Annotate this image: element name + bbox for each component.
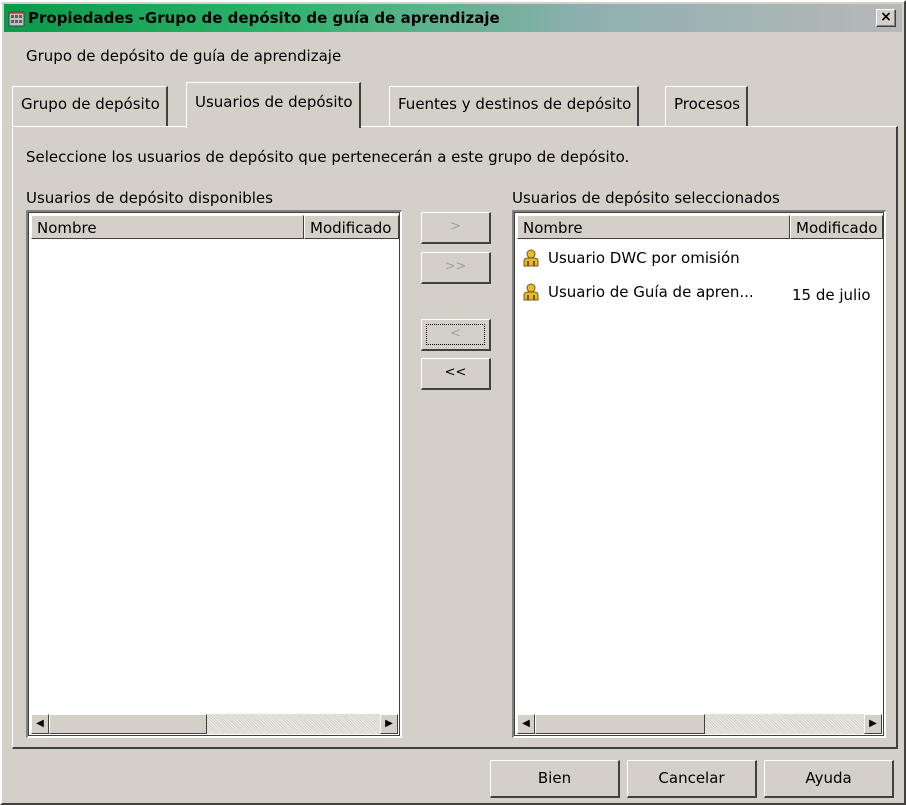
tab-grupo-de-deposito[interactable]: Grupo de depósito — [12, 86, 168, 126]
warehouse-icon — [8, 10, 25, 27]
tab-usuarios-de-deposito[interactable]: Usuarios de depósito — [186, 82, 361, 128]
close-button[interactable]: × — [876, 9, 896, 27]
remove-button[interactable]: < — [421, 319, 491, 351]
selected-users-list[interactable]: Nombre Modificado Usuario DWC por omisió… — [512, 210, 886, 738]
list-item[interactable]: Usuario de Guía de apren... 15 de julio — [522, 282, 871, 308]
add-button[interactable]: > — [421, 212, 491, 244]
remove-all-button[interactable]: << — [421, 358, 491, 390]
row-modified: 15 de julio — [792, 286, 871, 304]
close-icon: × — [880, 9, 892, 25]
available-users-list[interactable]: Nombre Modificado ◀ ▶ — [26, 210, 402, 738]
column-header-nombre[interactable]: Nombre — [517, 215, 790, 239]
dialog-subtitle: Grupo de depósito de guía de aprendizaje — [26, 47, 342, 65]
add-all-button[interactable]: >> — [421, 252, 491, 284]
horizontal-scrollbar[interactable]: ◀ ▶ — [31, 714, 398, 734]
window-title: Propiedades -Grupo de depósito de guía d… — [28, 9, 500, 27]
selected-users-label: Usuarios de depósito seleccionados — [512, 189, 780, 207]
help-button[interactable]: Ayuda — [764, 760, 894, 798]
scroll-left-button[interactable]: ◀ — [517, 714, 535, 734]
title-bar[interactable]: Propiedades -Grupo de depósito de guía d… — [4, 4, 902, 32]
column-header-modificado[interactable]: Modificado — [304, 215, 399, 239]
list-item[interactable]: Usuario DWC por omisión — [522, 248, 740, 274]
arrow-right-icon: ▶ — [869, 718, 877, 729]
arrow-left-icon: ◀ — [522, 718, 530, 729]
arrow-left-icon: ◀ — [36, 718, 44, 729]
instruction-text: Seleccione los usuarios de depósito que … — [26, 148, 630, 166]
ok-button[interactable]: Bien — [490, 760, 620, 798]
arrow-right-icon: ▶ — [385, 718, 393, 729]
scroll-right-button[interactable]: ▶ — [864, 714, 882, 734]
scroll-right-button[interactable]: ▶ — [380, 714, 398, 734]
scroll-left-button[interactable]: ◀ — [31, 714, 49, 734]
user-icon — [522, 282, 540, 302]
row-name: Usuario de Guía de apren... — [548, 283, 754, 301]
tab-procesos[interactable]: Procesos — [665, 86, 749, 126]
user-icon — [522, 248, 540, 268]
column-header-nombre[interactable]: Nombre — [31, 215, 304, 239]
focus-ring — [426, 324, 485, 345]
column-header-modificado[interactable]: Modificado — [790, 215, 883, 239]
scroll-thumb[interactable] — [49, 714, 207, 734]
available-users-label: Usuarios de depósito disponibles — [26, 189, 273, 207]
row-name: Usuario DWC por omisión — [548, 249, 740, 267]
tab-fuentes-y-destinos[interactable]: Fuentes y destinos de depósito — [389, 86, 640, 126]
cancel-button[interactable]: Cancelar — [627, 760, 757, 798]
properties-dialog: Propiedades -Grupo de depósito de guía d… — [0, 0, 906, 805]
scroll-thumb[interactable] — [535, 714, 705, 734]
horizontal-scrollbar[interactable]: ◀ ▶ — [517, 714, 882, 734]
